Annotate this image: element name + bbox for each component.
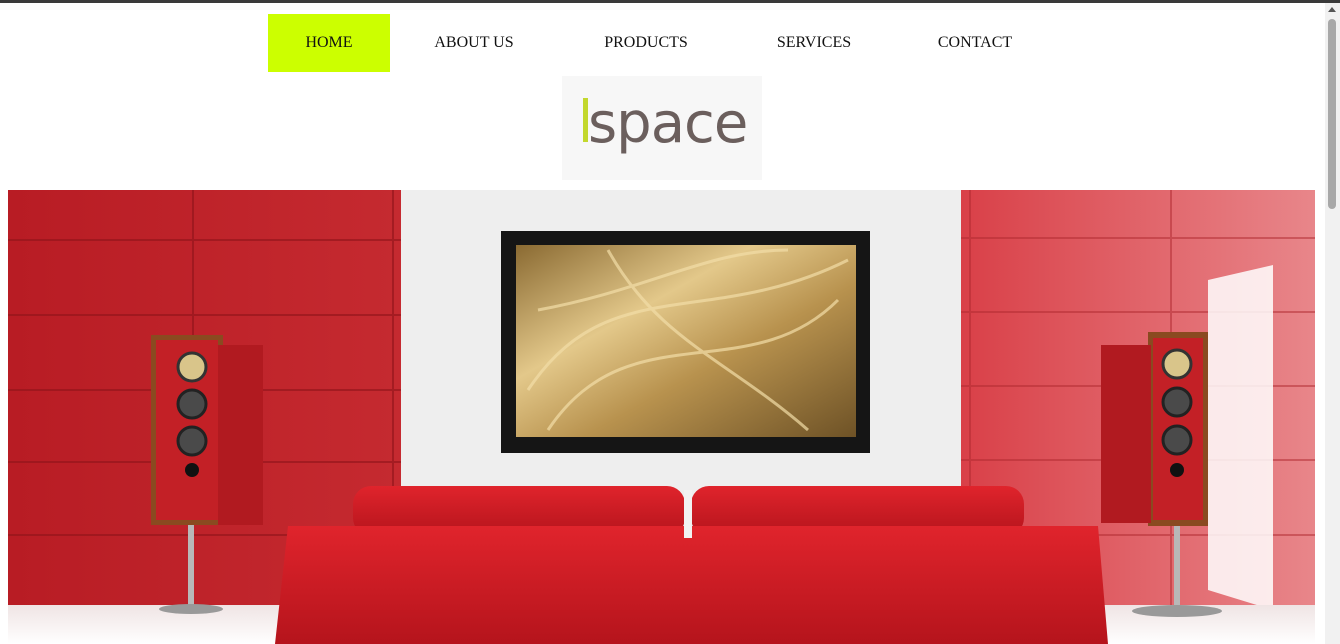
main-nav: HOME ABOUT US PRODUCTS SERVICES CONTACT — [0, 14, 1330, 72]
vertical-scrollbar[interactable] — [1325, 3, 1340, 644]
nav-about-us[interactable]: ABOUT US — [420, 14, 528, 72]
scroll-thumb[interactable] — [1328, 19, 1336, 209]
top-border — [0, 0, 1340, 3]
nav-contact[interactable]: CONTACT — [922, 14, 1028, 72]
nav-home[interactable]: HOME — [268, 14, 390, 72]
site-logo[interactable]: space — [562, 76, 762, 180]
scroll-up-arrow-icon[interactable] — [1328, 7, 1336, 12]
logo-text: space — [588, 91, 748, 156]
nav-services[interactable]: SERVICES — [760, 14, 868, 72]
nav-products[interactable]: PRODUCTS — [588, 14, 704, 72]
hero-image — [8, 190, 1315, 644]
